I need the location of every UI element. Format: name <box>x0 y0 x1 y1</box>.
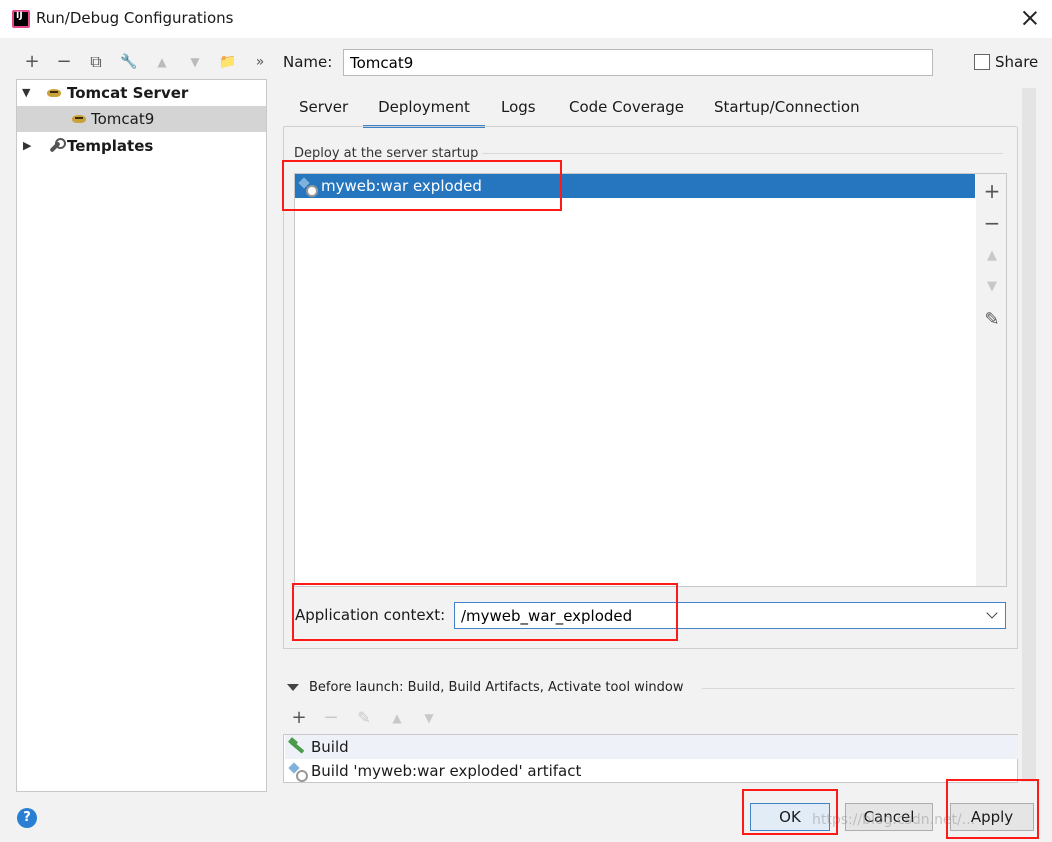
deployment-list-toolbar <box>976 173 1007 587</box>
tree-item-label: Tomcat Server <box>67 84 189 102</box>
intellij-app-icon <box>12 10 30 28</box>
add-configuration-button[interactable]: + <box>20 50 44 74</box>
tab-logs[interactable]: Logs <box>501 96 536 128</box>
list-item-label: myweb:war exploded <box>321 177 482 195</box>
cancel-button[interactable]: Cancel <box>845 803 933 831</box>
remove-configuration-button[interactable]: − <box>52 50 76 74</box>
help-icon[interactable]: ? <box>17 808 37 828</box>
artifact-icon <box>288 762 308 782</box>
application-context-label: Application context: <box>295 606 446 624</box>
more-actions-icon[interactable]: » <box>248 50 272 74</box>
name-label: Name: <box>283 53 333 71</box>
collapse-triangle-icon[interactable] <box>287 684 299 691</box>
apply-button[interactable]: Apply <box>950 803 1034 831</box>
edit-pencil-icon[interactable]: ✎ <box>980 308 1004 332</box>
vertical-scrollbar[interactable] <box>1022 88 1036 782</box>
chevron-down-icon[interactable] <box>985 607 1001 623</box>
copy-configuration-icon[interactable]: ⧉ <box>84 50 108 74</box>
ok-button[interactable]: OK <box>750 803 830 831</box>
tab-startup-connection[interactable]: Startup/Connection <box>714 96 860 128</box>
tree-item-templates[interactable]: ▶ Templates <box>17 133 266 159</box>
close-icon[interactable] <box>1016 4 1044 32</box>
remove-artifact-button[interactable]: − <box>980 211 1004 235</box>
tree-item-label: Tomcat9 <box>91 110 155 128</box>
list-item-label: Build <box>311 738 349 756</box>
hammer-icon <box>288 738 306 756</box>
move-down-icon[interactable]: ▼ <box>980 275 1004 299</box>
before-launch-label: Before launch: Build, Build Artifacts, A… <box>309 680 684 695</box>
wrench-icon <box>46 137 66 155</box>
move-up-icon[interactable]: ▲ <box>150 50 174 74</box>
remove-task-button[interactable]: − <box>320 707 342 729</box>
share-checkbox[interactable] <box>974 54 990 70</box>
application-context-field[interactable] <box>454 602 1006 629</box>
chevron-down-icon[interactable]: ▼ <box>22 80 30 106</box>
section-divider <box>482 153 1003 154</box>
tab-server[interactable]: Server <box>299 96 348 128</box>
tree-item-tomcat-server[interactable]: ▼ Tomcat Server <box>17 80 266 106</box>
move-up-icon[interactable]: ▲ <box>386 707 408 729</box>
chevron-right-icon[interactable]: ▶ <box>23 133 31 159</box>
name-field[interactable] <box>343 49 933 76</box>
tomcat-icon <box>71 112 89 126</box>
tree-item-tomcat9[interactable]: Tomcat9 <box>17 106 266 132</box>
section-divider <box>702 688 1015 689</box>
deploy-section-label: Deploy at the server startup <box>294 146 479 161</box>
new-folder-icon[interactable]: 📁 <box>216 50 240 74</box>
configurations-tree[interactable]: ▼ Tomcat Server Tomcat9 ▶ Templates <box>16 79 267 792</box>
list-item[interactable]: Build 'myweb:war exploded' artifact <box>285 759 1018 783</box>
tree-item-label: Templates <box>67 137 154 155</box>
move-down-icon[interactable]: ▼ <box>183 50 207 74</box>
tab-code-coverage[interactable]: Code Coverage <box>569 96 684 128</box>
window-title: Run/Debug Configurations <box>36 9 234 27</box>
add-artifact-button[interactable]: + <box>980 179 1004 203</box>
tomcat-icon <box>46 86 64 100</box>
deployment-list[interactable] <box>294 173 977 587</box>
share-label: Share <box>995 53 1039 71</box>
move-down-icon[interactable]: ▼ <box>418 707 440 729</box>
edit-defaults-wrench-icon[interactable]: 🔧 <box>117 50 141 74</box>
list-item-label: Build 'myweb:war exploded' artifact <box>311 762 582 780</box>
list-item[interactable]: myweb:war exploded <box>295 174 975 198</box>
move-up-icon[interactable]: ▲ <box>980 244 1004 268</box>
add-task-button[interactable]: + <box>288 707 310 729</box>
before-launch-list[interactable]: Build Build 'myweb:war exploded' artifac… <box>283 734 1018 783</box>
artifact-icon <box>298 177 318 197</box>
edit-task-icon[interactable]: ✎ <box>353 707 375 729</box>
tab-deployment[interactable]: Deployment <box>363 96 485 128</box>
list-item[interactable]: Build <box>285 735 1018 759</box>
